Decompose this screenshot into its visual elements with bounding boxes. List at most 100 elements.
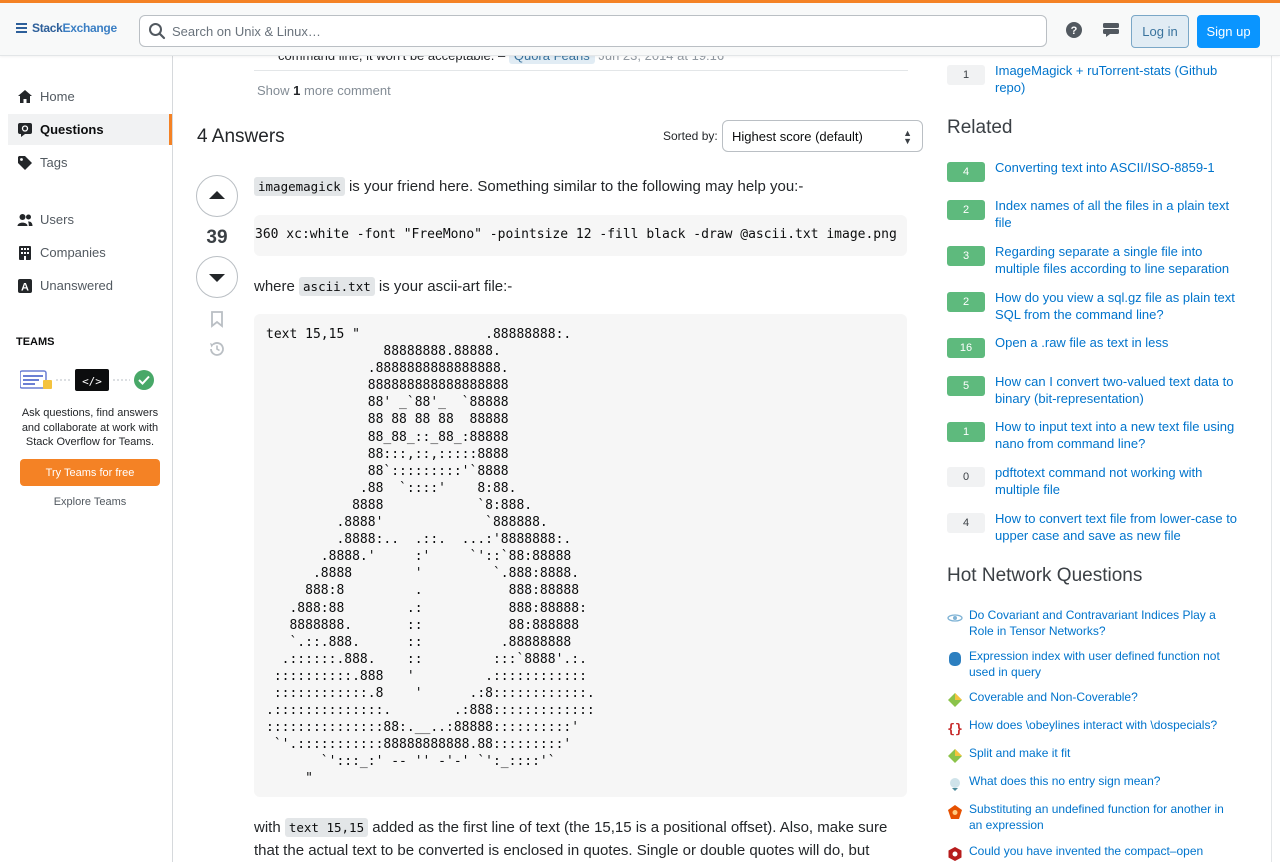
hnq-question-link[interactable]: Coverable and Non-Coverable? (969, 689, 1239, 705)
stackexchange-logo-icon (16, 23, 27, 33)
search-input[interactable] (172, 23, 972, 39)
related-score-badge: 2 (947, 200, 985, 220)
related-question-link[interactable]: How do you view a sql.gz file as plain t… (995, 289, 1240, 323)
related-question-link[interactable]: How to convert text file from lower-case… (995, 510, 1240, 544)
site-switcher-icon[interactable] (1102, 21, 1120, 39)
hnq-question-link[interactable]: Expression index with user defined funct… (969, 648, 1239, 680)
questions-icon (17, 122, 33, 138)
nav-companies[interactable]: Companies (8, 237, 172, 268)
nav-tags-label: Tags (40, 155, 68, 170)
teams-description: Ask questions, find answers and collabor… (21, 407, 159, 448)
help-icon[interactable]: ? (1065, 21, 1083, 39)
nav-companies-label: Companies (40, 245, 106, 260)
nav-home[interactable]: Home (8, 81, 172, 112)
logo-text-main: Stack (32, 21, 63, 35)
linked-question-link[interactable]: ImageMagick + ruTorrent-stats (Github re… (995, 62, 1240, 96)
upvote-arrow-icon (209, 191, 225, 199)
history-icon[interactable] (208, 340, 226, 358)
comment-divider (254, 70, 908, 71)
inline-code: imagemagick (254, 177, 345, 196)
tag-icon (17, 155, 33, 171)
answer-paragraph-1: imagemagick is your friend here. Somethi… (254, 176, 803, 198)
related-question-link[interactable]: How can I convert two-valued text data t… (995, 373, 1240, 407)
svg-text:A: A (21, 281, 29, 293)
unanswered-icon: A (17, 278, 33, 294)
search-icon (149, 23, 166, 40)
try-teams-button[interactable]: Try Teams for free (20, 459, 160, 486)
nav-unanswered[interactable]: A Unanswered (8, 270, 172, 301)
related-score-badge: 2 (947, 292, 985, 312)
explore-teams-link[interactable]: Explore Teams (20, 496, 160, 508)
signup-button[interactable]: Sign up (1197, 15, 1260, 48)
paragraph-text: is your friend here. Something similar t… (344, 178, 804, 195)
companies-icon (17, 245, 33, 261)
upvote-button[interactable] (196, 175, 238, 217)
right-divider (1271, 56, 1272, 862)
inline-code: ascii.txt (299, 277, 375, 296)
related-question-link[interactable]: Regarding separate a single file into mu… (995, 243, 1240, 277)
related-score-badge: 4 (947, 162, 985, 182)
bookmark-icon[interactable] (208, 310, 226, 328)
home-icon (17, 89, 33, 105)
puzzling-site-icon (948, 693, 962, 707)
left-sidebar: Home Questions Tags Users Companies A Un… (0, 56, 173, 862)
related-score-badge: 1 (947, 422, 985, 442)
related-score-badge: 0 (947, 467, 985, 487)
puzzling-site-icon (948, 749, 962, 763)
ascii-art-code-block: text 15,15 " .88888888:. 88888888.88888.… (254, 314, 907, 797)
paragraph-text: added as the first line of text (the 15,… (368, 819, 888, 836)
related-question-link[interactable]: pdftotext command not working with multi… (995, 464, 1240, 498)
nav-users[interactable]: Users (8, 204, 172, 235)
related-question-link[interactable]: Index names of all the files in a plain … (995, 197, 1240, 231)
sort-select[interactable]: Highest score (default) ▲ ▼ (722, 120, 923, 152)
related-score-badge: 3 (947, 246, 985, 266)
related-score-badge: 5 (947, 376, 985, 396)
svg-text:</>: </> (82, 375, 102, 388)
users-icon (17, 212, 33, 228)
show-more-prefix: Show (257, 83, 290, 98)
teams-heading: TEAMS (16, 336, 55, 348)
dba-site-icon (949, 652, 961, 666)
site-logo[interactable]: Stack Exchange (16, 21, 117, 35)
tex-site-icon: {} (947, 722, 963, 736)
nav-questions-label: Questions (40, 122, 104, 137)
paragraph-text: with (254, 819, 285, 836)
inline-code: text 15,15 (284, 818, 369, 837)
sort-select-value: Highest score (default) (732, 128, 863, 144)
mathematica-site-icon (948, 805, 962, 819)
math-site-icon (948, 847, 962, 861)
hnq-question-link[interactable]: What does this no entry sign mean? (969, 773, 1239, 789)
hnq-question-link[interactable]: How does \obeylines interact with \dospe… (969, 717, 1239, 733)
search-box[interactable] (139, 15, 1047, 47)
nav-users-label: Users (40, 212, 74, 227)
linked-score-badge: 1 (947, 65, 985, 85)
show-more-suffix: more comment (304, 83, 391, 98)
svg-text:{}: {} (947, 722, 963, 736)
travel-site-icon (950, 778, 960, 791)
answers-heading: 4 Answers (197, 126, 285, 147)
related-question-link[interactable]: Open a .raw file as text in less (995, 334, 1240, 351)
nav-unanswered-label: Unanswered (40, 278, 113, 293)
show-more-count: 1 (293, 83, 301, 98)
nav-tags[interactable]: Tags (8, 147, 172, 178)
related-score-badge: 4 (947, 513, 985, 533)
downvote-arrow-icon (209, 274, 225, 282)
login-button[interactable]: Log in (1131, 15, 1189, 48)
physics-site-icon (947, 614, 963, 622)
related-score-badge: 16 (947, 338, 985, 358)
hnq-question-link[interactable]: Substituting an undefined function for a… (969, 801, 1239, 833)
answer-paragraph-4: that the actual text to be converted is … (254, 842, 870, 859)
hnq-question-link[interactable]: Could you have invented the compact–open (969, 843, 1239, 859)
command-code-block: 360 xc:white -font "FreeMono" -pointsize… (254, 215, 907, 256)
hnq-question-link[interactable]: Do Covariant and Contravariant Indices P… (969, 607, 1239, 639)
answer-paragraph-2: where ascii.txt is your ascii-art file:- (254, 276, 512, 298)
hnq-question-link[interactable]: Split and make it fit (969, 745, 1239, 761)
nav-questions[interactable]: Questions (8, 114, 172, 145)
teams-illustration: </> (20, 369, 154, 391)
paragraph-text: is your ascii-art file:- (374, 278, 513, 295)
show-more-comments-link[interactable]: Show 1 more comment (257, 83, 391, 98)
paragraph-text: where (254, 278, 300, 295)
related-question-link[interactable]: Converting text into ASCII/ISO-8859-1 (995, 159, 1240, 176)
downvote-button[interactable] (196, 256, 238, 298)
related-question-link[interactable]: How to input text into a new text file u… (995, 418, 1240, 452)
